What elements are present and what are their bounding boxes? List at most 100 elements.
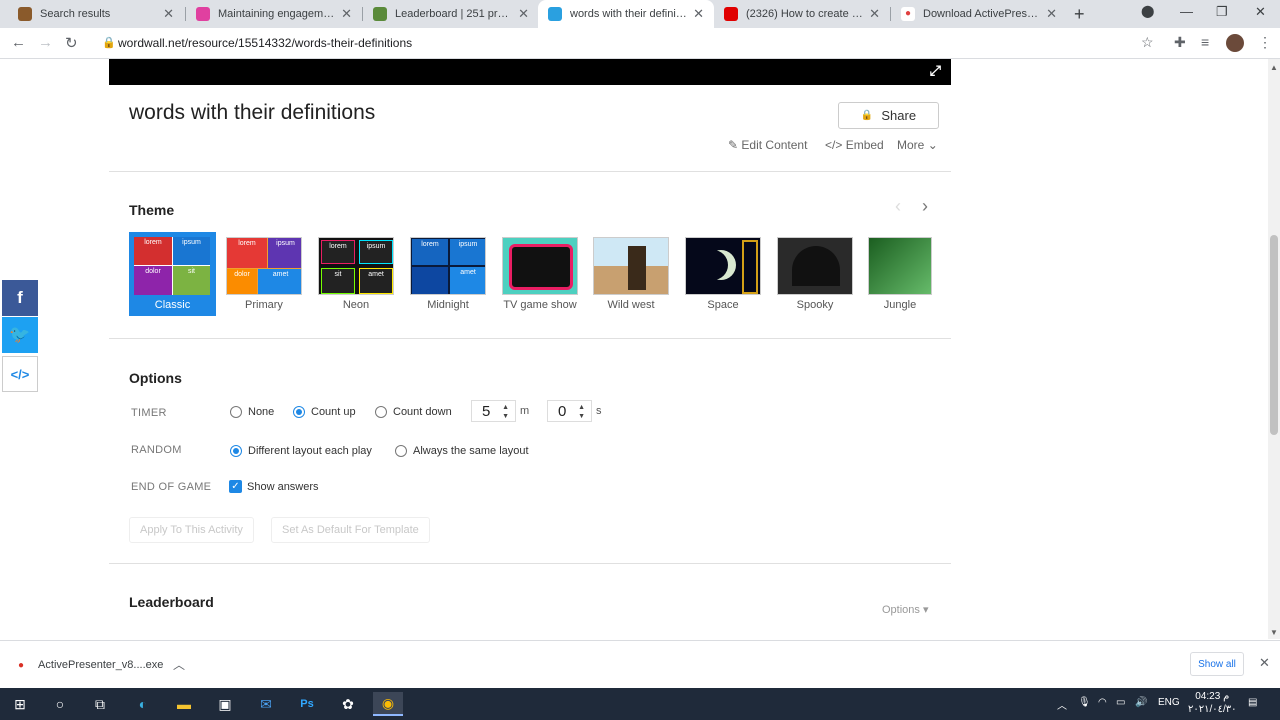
tab-youtube[interactable]: (2326) How to create Intera ✕ <box>714 0 890 28</box>
minutes-box[interactable]: 5 ▲ ▼ <box>471 400 516 422</box>
radio-label: Always the same layout <box>413 445 529 457</box>
more-dropdown[interactable]: More ⌄ <box>897 138 938 152</box>
theme-label: Wild west <box>607 299 655 311</box>
tab-title: (2326) How to create Intera <box>746 8 864 20</box>
close-icon[interactable]: ✕ <box>1259 655 1270 671</box>
thumb-block: ipsum <box>173 237 210 265</box>
battery-icon[interactable]: ▭ <box>1116 697 1125 708</box>
reading-list-icon[interactable]: ≡ <box>1201 34 1209 50</box>
tab-search-results[interactable]: Search results ✕ <box>8 0 184 28</box>
tab-download-activepresenter[interactable]: ● Download ActivePresenter ✕ <box>891 0 1067 28</box>
reload-icon[interactable]: ↻ <box>65 34 78 52</box>
fullscreen-icon[interactable]: ⤢ <box>930 62 941 79</box>
clock-time: 04:23 م <box>1195 691 1230 702</box>
file-explorer-icon[interactable]: ▬ <box>169 692 199 716</box>
tab-favicon <box>373 7 387 21</box>
search-icon[interactable]: ○ <box>45 692 75 716</box>
theme-jungle[interactable]: Jungle <box>868 237 932 311</box>
photoshop-icon[interactable]: Ps <box>292 692 322 716</box>
volume-icon[interactable]: 🔊 <box>1135 697 1147 708</box>
timer-none-radio[interactable]: None <box>230 406 274 418</box>
url-field[interactable]: wordwall.net/resource/15514332/words-the… <box>118 36 412 50</box>
extensions-icon[interactable]: ✚ <box>1174 34 1186 51</box>
show-answers-checkbox[interactable]: ✓ Show answers <box>229 480 319 493</box>
timer-count-down-radio[interactable]: Count down <box>375 406 452 418</box>
theme-midnight[interactable]: lorem ipsum amet Midnight <box>410 237 486 311</box>
close-icon[interactable]: ✕ <box>1046 6 1057 22</box>
seconds-box[interactable]: 0 ▲ ▼ <box>547 400 592 422</box>
random-different-radio[interactable]: Different layout each play <box>230 445 372 457</box>
tray-chevron-icon[interactable]: ︿ <box>1057 697 1067 712</box>
back-icon[interactable]: ← <box>11 34 26 51</box>
new-tab-button[interactable]: + <box>1074 4 1085 25</box>
theme-spooky[interactable]: Spooky <box>777 237 853 311</box>
microphone-icon[interactable]: 🎙 <box>1078 697 1091 708</box>
chrome-icon[interactable]: ◉ <box>373 692 403 716</box>
tab-search-icon[interactable]: ⬤ <box>1141 4 1154 18</box>
tab-favicon <box>724 7 738 21</box>
radio-label: Count down <box>393 406 452 418</box>
task-view-icon[interactable]: ⧉ <box>85 692 115 716</box>
apply-to-activity-button[interactable]: Apply To This Activity <box>129 517 254 543</box>
download-item[interactable]: ● ActivePresenter_v8....exe <box>18 659 163 671</box>
close-icon[interactable]: ✕ <box>518 6 529 22</box>
lock-icon[interactable]: 🔒 <box>102 36 116 49</box>
close-icon[interactable]: ✕ <box>163 6 174 22</box>
menu-icon[interactable]: ⋮ <box>1258 34 1272 51</box>
maximize-button[interactable]: ❐ <box>1216 4 1228 20</box>
set-default-button[interactable]: Set As Default For Template <box>271 517 430 543</box>
app-icon[interactable]: ✿ <box>333 692 363 716</box>
bookmark-star-icon[interactable]: ☆ <box>1141 34 1154 51</box>
close-icon[interactable]: ✕ <box>341 6 352 22</box>
embed-share-button[interactable]: </> <box>2 356 38 392</box>
thumb-block: dolor <box>227 269 257 294</box>
clock-date: ٢٠٢١/٠٤/٣٠ <box>1188 704 1237 715</box>
radio-circle <box>375 406 387 418</box>
wifi-icon[interactable]: ◠ <box>1098 697 1107 708</box>
timer-count-up-radio[interactable]: Count up <box>293 406 356 418</box>
tab-words-definitions[interactable]: words with their definitions ✕ <box>538 0 714 28</box>
edge-icon[interactable]: ◐ <box>128 692 158 716</box>
profile-avatar[interactable] <box>1226 34 1244 52</box>
clock[interactable]: 04:23 م ٢٠٢١/٠٤/٣٠ <box>1188 690 1237 716</box>
theme-neon[interactable]: lorem ipsum sit amet Neon <box>318 237 394 311</box>
windows-start-icon[interactable]: ⊞ <box>5 692 35 716</box>
facebook-share-button[interactable]: f <box>2 280 38 316</box>
stepper-arrows-icon[interactable]: ▲ ▼ <box>578 403 585 421</box>
notifications-icon[interactable]: ▤ <box>1248 697 1257 708</box>
chevron-up-icon[interactable]: ︿ <box>173 656 185 673</box>
theme-space[interactable]: Space <box>685 237 761 311</box>
activity-player[interactable]: ⤢ <box>109 59 951 85</box>
close-icon[interactable]: ✕ <box>693 6 704 22</box>
theme-wild-west[interactable]: Wild west <box>593 237 669 311</box>
scroll-down-icon[interactable]: ▼ <box>1270 628 1278 637</box>
minutes-stepper[interactable]: 5 ▲ ▼ m <box>471 400 529 422</box>
seconds-stepper[interactable]: 0 ▲ ▼ s <box>547 400 602 422</box>
forward-icon[interactable]: → <box>38 34 53 51</box>
store-icon[interactable]: ▣ <box>210 692 240 716</box>
chevron-right-icon[interactable]: › <box>922 196 928 217</box>
random-same-radio[interactable]: Always the same layout <box>395 445 529 457</box>
language-indicator[interactable]: ENG <box>1158 697 1180 708</box>
theme-classic[interactable]: lorem ipsum dolor sit Classic <box>129 232 216 316</box>
edit-content-link[interactable]: ✎ Edit Content <box>728 138 807 152</box>
leaderboard-options-dropdown[interactable]: Options ▾ <box>882 603 929 616</box>
embed-link[interactable]: </> Embed <box>825 138 884 152</box>
stepper-arrows-icon[interactable]: ▲ ▼ <box>502 403 509 421</box>
seconds-unit: s <box>596 405 602 417</box>
twitter-share-button[interactable]: 🐦 <box>2 317 38 353</box>
tab-favicon <box>18 7 32 21</box>
chevron-left-icon[interactable]: ‹ <box>895 196 901 217</box>
close-icon[interactable]: ✕ <box>869 6 880 22</box>
close-window-button[interactable]: ✕ <box>1255 4 1266 20</box>
mail-icon[interactable]: ✉ <box>251 692 281 716</box>
tab-maintaining-engagement[interactable]: Maintaining engagement in ✕ <box>186 0 362 28</box>
minimize-button[interactable]: — <box>1180 4 1193 19</box>
tab-leaderboard[interactable]: Leaderboard | 251 pronunc ✕ <box>363 0 539 28</box>
theme-primary[interactable]: lorem ipsum dolor amet Primary <box>226 237 302 311</box>
scrollbar-thumb[interactable] <box>1270 235 1278 435</box>
show-all-button[interactable]: Show all <box>1190 652 1244 676</box>
share-button[interactable]: 🔒 Share <box>838 102 939 129</box>
scroll-up-icon[interactable]: ▲ <box>1270 63 1278 72</box>
theme-tv-game-show[interactable]: TV game show <box>502 237 578 311</box>
